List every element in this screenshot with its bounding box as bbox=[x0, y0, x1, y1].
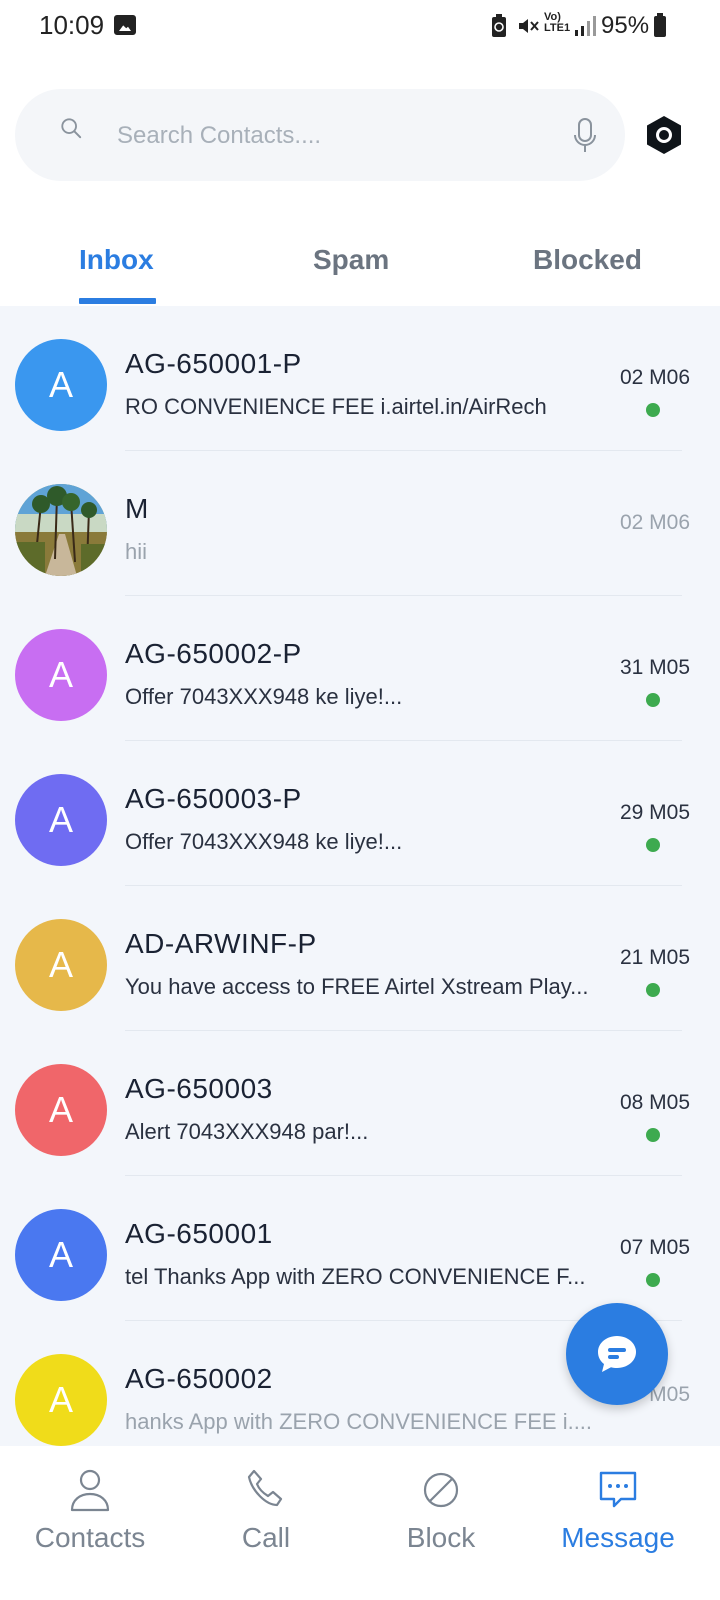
contact-name: AG-650002-P bbox=[125, 638, 302, 669]
nav-label: Block bbox=[406, 1522, 476, 1553]
tab-inbox[interactable]: Inbox bbox=[79, 244, 154, 276]
mute-icon bbox=[519, 19, 539, 33]
tab-blocked[interactable]: Blocked bbox=[533, 244, 642, 276]
battery-percent: 95% bbox=[601, 12, 650, 39]
unread-dot bbox=[646, 1128, 660, 1142]
message-icon bbox=[599, 1471, 637, 1508]
message-preview: Offer 7043XXX948 ke liye!... bbox=[125, 684, 403, 709]
status-time: 10:09 bbox=[39, 10, 105, 40]
nav-call[interactable]: Call bbox=[176, 1446, 356, 1600]
avatar: A bbox=[15, 629, 107, 721]
avatar: A bbox=[15, 339, 107, 431]
contact-name: AD-ARWINF-P bbox=[125, 928, 317, 959]
unread-dot bbox=[646, 693, 660, 707]
message-preview: tel Thanks App with ZERO CONVENIENCE F..… bbox=[125, 1264, 586, 1289]
block-icon bbox=[423, 1472, 459, 1508]
nav-label: Contacts bbox=[34, 1522, 146, 1553]
contact-name: AG-650001 bbox=[125, 1218, 273, 1249]
unread-dot bbox=[646, 838, 660, 852]
avatar bbox=[15, 484, 107, 576]
nav-message[interactable]: Message bbox=[528, 1446, 708, 1600]
phone-icon bbox=[247, 1469, 283, 1507]
network-label: Vo) LTE1 bbox=[544, 11, 571, 34]
search-input[interactable] bbox=[115, 117, 549, 155]
list-item[interactable]: A AD-ARWINF-P You have access to FREE Ai… bbox=[0, 886, 720, 1031]
battery-saver-icon bbox=[492, 14, 506, 37]
message-date: 02 M06 bbox=[619, 366, 690, 389]
contact-name: AG-650001-P bbox=[125, 348, 302, 379]
message-preview: You have access to FREE Airtel Xstream P… bbox=[125, 974, 589, 999]
new-message-button[interactable] bbox=[566, 1303, 668, 1405]
message-date: 31 M05 bbox=[619, 656, 690, 679]
avatar: A bbox=[15, 1209, 107, 1301]
message-preview: RO CONVENIENCE FEE i.airtel.in/AirRech bbox=[125, 394, 547, 419]
message-preview: Alert 7043XXX948 par!... bbox=[125, 1119, 369, 1144]
contact-name: AG-650002 bbox=[125, 1363, 273, 1394]
tab-bar: Inbox Spam Blocked bbox=[0, 238, 720, 306]
list-item[interactable]: A AG-650001-P RO CONVENIENCE FEE i.airte… bbox=[0, 306, 720, 451]
person-icon bbox=[70, 1469, 110, 1512]
image-notification-icon bbox=[114, 15, 136, 35]
active-tab-indicator bbox=[79, 298, 156, 304]
nav-block[interactable]: Block bbox=[351, 1446, 531, 1600]
list-item[interactable]: A AG-650003-P Offer 7043XXX948 ke liye!.… bbox=[0, 741, 720, 886]
list-item[interactable]: A AG-650003 Alert 7043XXX948 par!... 08 … bbox=[0, 1031, 720, 1176]
search-bar[interactable] bbox=[15, 89, 625, 181]
avatar: A bbox=[15, 919, 107, 1011]
message-date: 21 M05 bbox=[619, 946, 690, 969]
message-date: 07 M05 bbox=[619, 1236, 690, 1259]
unread-dot bbox=[646, 1273, 660, 1287]
nav-label: Call bbox=[241, 1522, 291, 1553]
avatar: A bbox=[15, 1354, 107, 1446]
tab-spam[interactable]: Spam bbox=[313, 244, 389, 276]
chat-bubble-icon bbox=[598, 1336, 636, 1372]
contact-name: AG-650003-P bbox=[125, 783, 302, 814]
palm-trees-photo bbox=[15, 484, 107, 576]
list-item[interactable]: A AG-650001 tel Thanks App with ZERO CON… bbox=[0, 1176, 720, 1321]
search-icon bbox=[61, 118, 82, 139]
message-date: 08 M05 bbox=[619, 1091, 690, 1114]
message-preview: hii bbox=[125, 539, 148, 564]
message-date: 29 M05 bbox=[619, 801, 690, 824]
list-item[interactable]: A AG-650002-P Offer 7043XXX948 ke liye!.… bbox=[0, 596, 720, 741]
nav-contacts[interactable]: Contacts bbox=[0, 1446, 180, 1600]
nav-label: Message bbox=[561, 1522, 675, 1553]
avatar: A bbox=[15, 1064, 107, 1156]
signal-icon bbox=[575, 16, 596, 36]
avatar: A bbox=[15, 774, 107, 866]
status-bar: 10:09 Vo) LTE1 95% bbox=[0, 0, 720, 54]
message-preview: hanks App with ZERO CONVENIENCE FEE i...… bbox=[125, 1409, 593, 1434]
battery-icon bbox=[654, 13, 666, 37]
bottom-navigation: Contacts Call Block Message bbox=[0, 1446, 720, 1600]
microphone-icon[interactable] bbox=[572, 117, 598, 155]
message-preview: Offer 7043XXX948 ke liye!... bbox=[125, 829, 403, 854]
contact-name: AG-650003 bbox=[125, 1073, 273, 1104]
unread-dot bbox=[646, 403, 660, 417]
settings-hexagon-icon[interactable] bbox=[645, 115, 683, 155]
message-date: 02 M06 bbox=[619, 511, 690, 534]
message-list[interactable]: A AG-650001-P RO CONVENIENCE FEE i.airte… bbox=[0, 306, 720, 1446]
contact-name: M bbox=[125, 493, 149, 524]
list-item[interactable]: M hii 02 M06 bbox=[0, 451, 720, 596]
unread-dot bbox=[646, 983, 660, 997]
